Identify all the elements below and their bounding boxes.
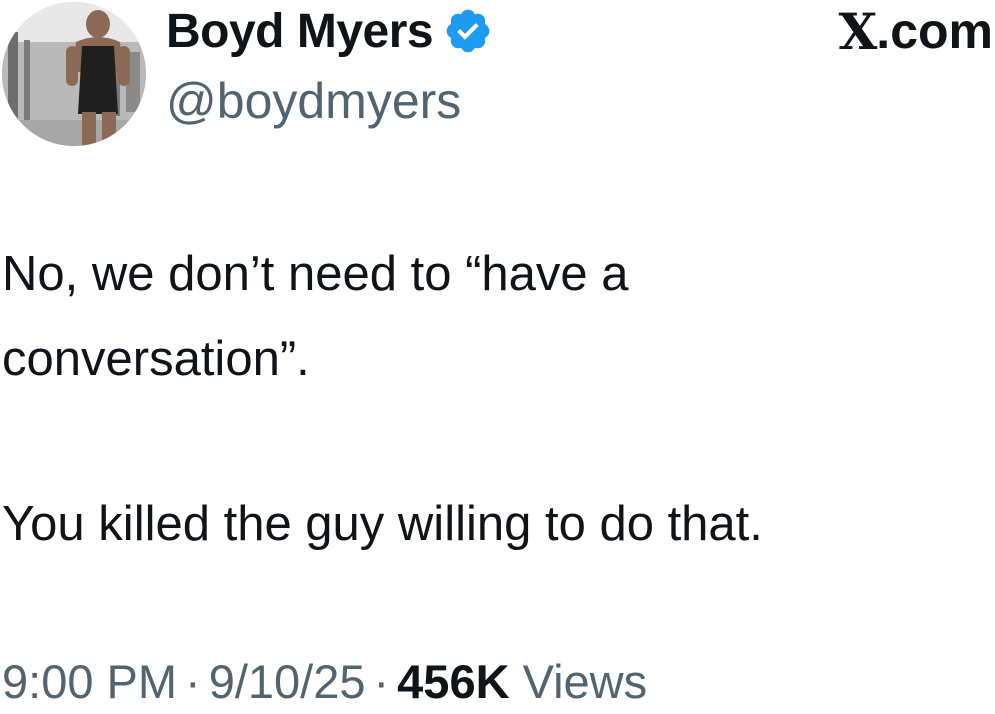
tweet-date[interactable]: 9/10/25 (209, 655, 366, 708)
meta-separator: · (373, 655, 390, 708)
avatar-photo (2, 2, 146, 146)
verified-check-icon (443, 6, 493, 56)
x-com-watermark: X .com (838, 1, 994, 61)
user-handle[interactable]: @boydmyers (166, 72, 461, 130)
views-label: Views (522, 655, 648, 708)
tweet-card: Boyd Myers @boydmyers X .com No, we don’t… (0, 0, 995, 714)
views-count: 456K (397, 655, 510, 708)
tweet-text-line: You killed the guy willing to do that. (2, 497, 763, 551)
meta-separator: · (185, 655, 201, 708)
avatar[interactable] (2, 2, 146, 146)
tweet-text-line: conversation”. (2, 332, 310, 386)
brand-suffix: .com (876, 3, 993, 59)
tweet-time[interactable]: 9:00 PM (2, 655, 177, 708)
display-name[interactable]: Boyd Myers (166, 4, 434, 59)
tweet-meta: 9:00 PM · 9/10/25 · 456K Views (2, 654, 647, 709)
x-logo-icon: X (838, 1, 878, 61)
tweet-text-line: No, we don’t need to “have a (2, 247, 629, 301)
display-name-row: Boyd Myers (166, 2, 493, 60)
